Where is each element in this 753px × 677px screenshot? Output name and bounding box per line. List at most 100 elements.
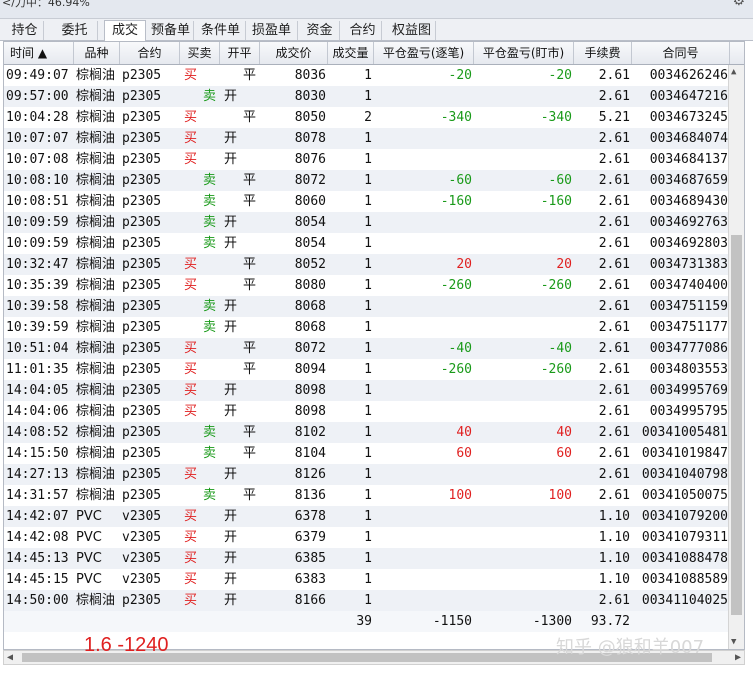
tab-2[interactable]: 成交 xyxy=(104,20,146,41)
cell-product: 棕榈油 xyxy=(76,152,116,167)
table-row[interactable]: 10:08:51 棕榈油 p2305 卖 平 8060 1 -160 -160 2.61 00346… xyxy=(4,191,744,212)
cell-side: 买 xyxy=(184,404,198,419)
tab-0[interactable]: 持仓 xyxy=(6,21,44,40)
cell-time: 10:51:04 xyxy=(6,341,69,356)
cell-fee: 2.61 xyxy=(598,236,630,251)
vertical-scroll-thumb[interactable] xyxy=(731,235,742,615)
tab-3[interactable]: 预备单 xyxy=(148,21,194,40)
cell-time: 14:15:50 xyxy=(6,446,69,461)
cell-qty: 1 xyxy=(364,509,372,524)
cell-order-no: 00341088589 xyxy=(641,572,728,587)
column-header-product[interactable]: 品种 xyxy=(74,42,120,64)
cell-pnl-trade xyxy=(374,548,474,569)
cell-side: 买 xyxy=(184,278,198,293)
cell-side: 卖 xyxy=(202,236,216,251)
cell-contract: p2305 xyxy=(122,131,162,146)
cell-product: 棕榈油 xyxy=(76,341,116,356)
tab-8[interactable]: 权益图 xyxy=(388,21,436,40)
tab-1[interactable]: 委托 xyxy=(52,21,98,40)
cell-price: 6385 xyxy=(294,551,326,566)
table-row[interactable]: 10:39:59 棕榈油 p2305 卖开 8068 1 2.61 0034751177 xyxy=(4,317,744,338)
cell-oc: 开 xyxy=(224,509,238,524)
column-header-qty[interactable]: 成交量 xyxy=(328,42,374,64)
cell-price: 8078 xyxy=(294,131,326,146)
table-row[interactable]: 14:08:52 棕榈油 p2305 卖 平 8102 1 40 40 2.61 003410054… xyxy=(4,422,744,443)
table-row[interactable]: 10:39:58 棕榈油 p2305 卖开 8068 1 2.61 0034751159 xyxy=(4,296,744,317)
table-row[interactable]: 14:31:57 棕榈油 p2305 卖 平 8136 1 100 100 2.61 0034105… xyxy=(4,485,744,506)
column-header-time[interactable]: 时间 ▲ xyxy=(4,42,74,64)
cell-qty: 1 xyxy=(364,278,372,293)
cell-price: 8060 xyxy=(294,194,326,209)
table-row[interactable]: 14:04:05 棕榈油 p2305 买 开 8098 1 2.61 0034995769 xyxy=(4,380,744,401)
cell-order-no: 00341088478 xyxy=(641,551,728,566)
cell-time: 10:39:59 xyxy=(6,320,69,335)
table-row[interactable]: 10:51:04 棕榈油 p2305 买 平 8072 1 -40 -40 2.61 0034777… xyxy=(4,338,744,359)
table-row[interactable]: 14:42:08 PVC v2305 买 开 6379 1 1.10 00341079311 xyxy=(4,527,744,548)
cell-time: 10:07:07 xyxy=(6,131,69,146)
gear-icon[interactable]: ⚙ xyxy=(732,0,745,9)
cell-pnl-trade xyxy=(374,233,474,254)
cell-contract: v2305 xyxy=(122,572,162,587)
cell-price: 8054 xyxy=(294,236,326,251)
table-row[interactable]: 14:45:15 PVC v2305 买 开 6383 1 1.10 00341088589 xyxy=(4,569,744,590)
scroll-right-icon[interactable]: ▶ xyxy=(735,651,741,664)
tab-4[interactable]: 条件单 xyxy=(196,21,246,40)
cell-pnl-trade xyxy=(374,317,474,338)
column-header-oc[interactable]: 开平 xyxy=(220,42,260,64)
scroll-down-icon[interactable]: ▼ xyxy=(731,637,736,647)
cell-pnl-trade xyxy=(374,149,474,170)
table-row[interactable]: 14:04:06 棕榈油 p2305 买 开 8098 1 2.61 0034995795 xyxy=(4,401,744,422)
cell-contract: p2305 xyxy=(122,341,162,356)
cell-side: 买 xyxy=(184,68,198,83)
tab-6[interactable]: 资金 xyxy=(300,21,340,40)
table-row[interactable]: 10:04:28 棕榈油 p2305 买 平 8050 2 -340 -340 5.21 00346… xyxy=(4,107,744,128)
cell-fee: 2.61 xyxy=(598,320,630,335)
column-header-pnl-trade[interactable]: 平仓盈亏(逐笔) xyxy=(374,42,474,64)
table-row[interactable]: 14:27:13 棕榈油 p2305 买 开 8126 1 2.61 00341040798 xyxy=(4,464,744,485)
cell-contract: v2305 xyxy=(122,509,162,524)
tab-7[interactable]: 合约 xyxy=(344,21,382,40)
cell-order-no: 0034740400 xyxy=(649,278,728,293)
column-header-price[interactable]: 成交价 xyxy=(260,42,328,64)
column-header-pnl-mtm[interactable]: 平仓盈亏(盯市) xyxy=(474,42,574,64)
cell-pnl-trade: -20 xyxy=(448,68,472,83)
cell-pnl-trade: -160 xyxy=(440,194,472,209)
tab-5[interactable]: 损盈单 xyxy=(246,21,298,40)
cell-qty: 1 xyxy=(364,299,372,314)
window-titlebar: </力中：46.94% ⚙ xyxy=(0,0,753,19)
scroll-left-icon[interactable]: ◀ xyxy=(7,651,13,664)
column-header-fee[interactable]: 手续费 xyxy=(574,42,632,64)
scroll-up-icon[interactable]: ▲ xyxy=(731,67,736,77)
cell-side: 买 xyxy=(184,530,198,545)
cell-oc: 开 xyxy=(224,299,238,314)
column-header-side[interactable]: 买卖 xyxy=(180,42,220,64)
table-row[interactable]: 14:45:13 PVC v2305 买 开 6385 1 1.10 00341088478 xyxy=(4,548,744,569)
cell-qty: 1 xyxy=(364,131,372,146)
cell-order-no: 00341005481 xyxy=(641,425,728,440)
table-row[interactable]: 11:01:35 棕榈油 p2305 买 平 8094 1 -260 -260 2.61 00348… xyxy=(4,359,744,380)
cell-side: 卖 xyxy=(202,320,216,335)
vertical-scrollbar[interactable]: ▲ ▼ xyxy=(728,65,744,649)
cell-pnl-trade xyxy=(374,212,474,233)
table-row[interactable]: 10:32:47 棕榈油 p2305 买 平 8052 1 20 20 2.61 003473138… xyxy=(4,254,744,275)
table-row[interactable]: 10:08:10 棕榈油 p2305 卖 平 8072 1 -60 -60 2.61 0034687… xyxy=(4,170,744,191)
table-row[interactable]: 14:42:07 PVC v2305 买 开 6378 1 1.10 00341079200 xyxy=(4,506,744,527)
cell-pnl-trade: 20 xyxy=(456,257,472,272)
table-row[interactable]: 10:07:07 棕榈油 p2305 买 开 8078 1 2.61 0034684074 xyxy=(4,128,744,149)
table-row[interactable]: 10:09:59 棕榈油 p2305 卖开 8054 1 2.61 0034692803 xyxy=(4,233,744,254)
table-row[interactable]: 14:15:50 棕榈油 p2305 卖 平 8104 1 60 60 2.61 003410198… xyxy=(4,443,744,464)
cell-contract: p2305 xyxy=(122,152,162,167)
cell-pnl-trade: 60 xyxy=(456,446,472,461)
cell-oc: 开 xyxy=(224,404,238,419)
total-pnl-trade: -1150 xyxy=(432,614,472,629)
table-row[interactable]: 09:49:07 棕榈油 p2305 买 平 8036 1 -20 -20 2.61 0034626… xyxy=(4,65,744,86)
column-header-contract[interactable]: 合约 xyxy=(120,42,180,64)
cell-price: 8068 xyxy=(294,299,326,314)
table-row[interactable]: 10:07:08 棕榈油 p2305 买 开 8076 1 2.61 0034684137 xyxy=(4,149,744,170)
table-row[interactable]: 09:57:00 棕榈油 p2305 卖开 8030 1 2.61 0034647216 xyxy=(4,86,744,107)
table-row[interactable]: 14:50:00 棕榈油 p2305 买 开 8166 1 2.61 00341104025 xyxy=(4,590,744,611)
column-header-order-no[interactable]: 合同号 xyxy=(632,42,730,64)
cell-product: 棕榈油 xyxy=(76,425,116,440)
table-row[interactable]: 10:09:59 棕榈油 p2305 卖开 8054 1 2.61 0034692763 xyxy=(4,212,744,233)
table-row[interactable]: 10:35:39 棕榈油 p2305 买 平 8080 1 -260 -260 2.61 00347… xyxy=(4,275,744,296)
